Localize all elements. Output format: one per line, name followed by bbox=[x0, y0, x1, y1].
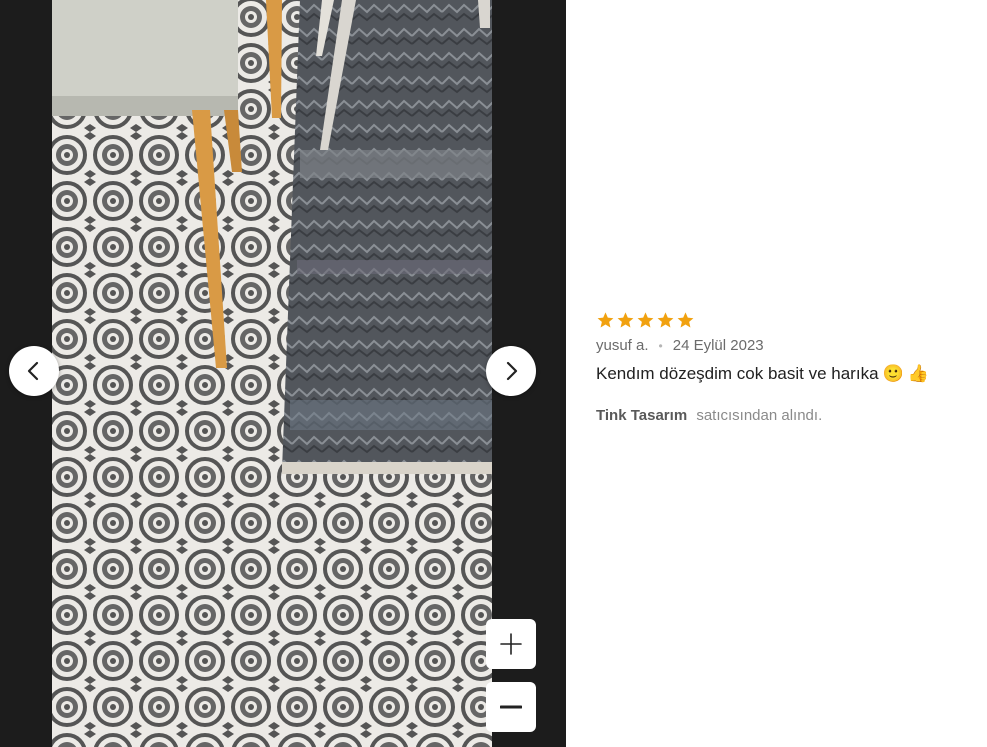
seller-info: Tink Tasarım satıcısından alındı. bbox=[596, 407, 976, 424]
thumbs-up-emoji: 👍 bbox=[907, 364, 929, 383]
review-photo bbox=[52, 0, 492, 747]
star-icon bbox=[637, 311, 654, 327]
tile-floor-photo-graphic bbox=[52, 0, 492, 747]
review-text: Kendım dözeşdim cok basit ve harıka 🙂 👍 bbox=[596, 364, 976, 384]
star-icon bbox=[677, 311, 694, 327]
chevron-left-icon bbox=[27, 361, 39, 381]
star-icon bbox=[597, 311, 614, 327]
review-body: Kendım dözeşdim cok basit ve harıka bbox=[596, 364, 879, 383]
star-icon bbox=[657, 311, 674, 327]
seller-suffix: satıcısından alındı. bbox=[696, 407, 823, 424]
plus-icon bbox=[500, 633, 522, 655]
next-image-button[interactable] bbox=[486, 346, 536, 396]
chevron-right-icon bbox=[506, 361, 518, 381]
review-date: 24 Eylül 2023 bbox=[672, 337, 764, 354]
zoom-in-button[interactable] bbox=[486, 619, 536, 669]
seller-name: Tink Tasarım bbox=[596, 407, 688, 424]
minus-icon bbox=[500, 705, 522, 709]
star-rating bbox=[596, 308, 976, 332]
zoom-out-button[interactable] bbox=[486, 682, 536, 732]
review-panel: yusuf a. • 24 Eylül 2023 Kendım dözeşdim… bbox=[596, 308, 976, 424]
review-meta: yusuf a. • 24 Eylül 2023 bbox=[596, 337, 976, 354]
smile-emoji: 🙂 bbox=[882, 364, 904, 383]
image-viewer bbox=[0, 0, 566, 747]
meta-separator: • bbox=[658, 338, 663, 353]
previous-image-button[interactable] bbox=[9, 346, 59, 396]
star-icon bbox=[617, 311, 634, 327]
review-author: yusuf a. bbox=[596, 337, 649, 354]
